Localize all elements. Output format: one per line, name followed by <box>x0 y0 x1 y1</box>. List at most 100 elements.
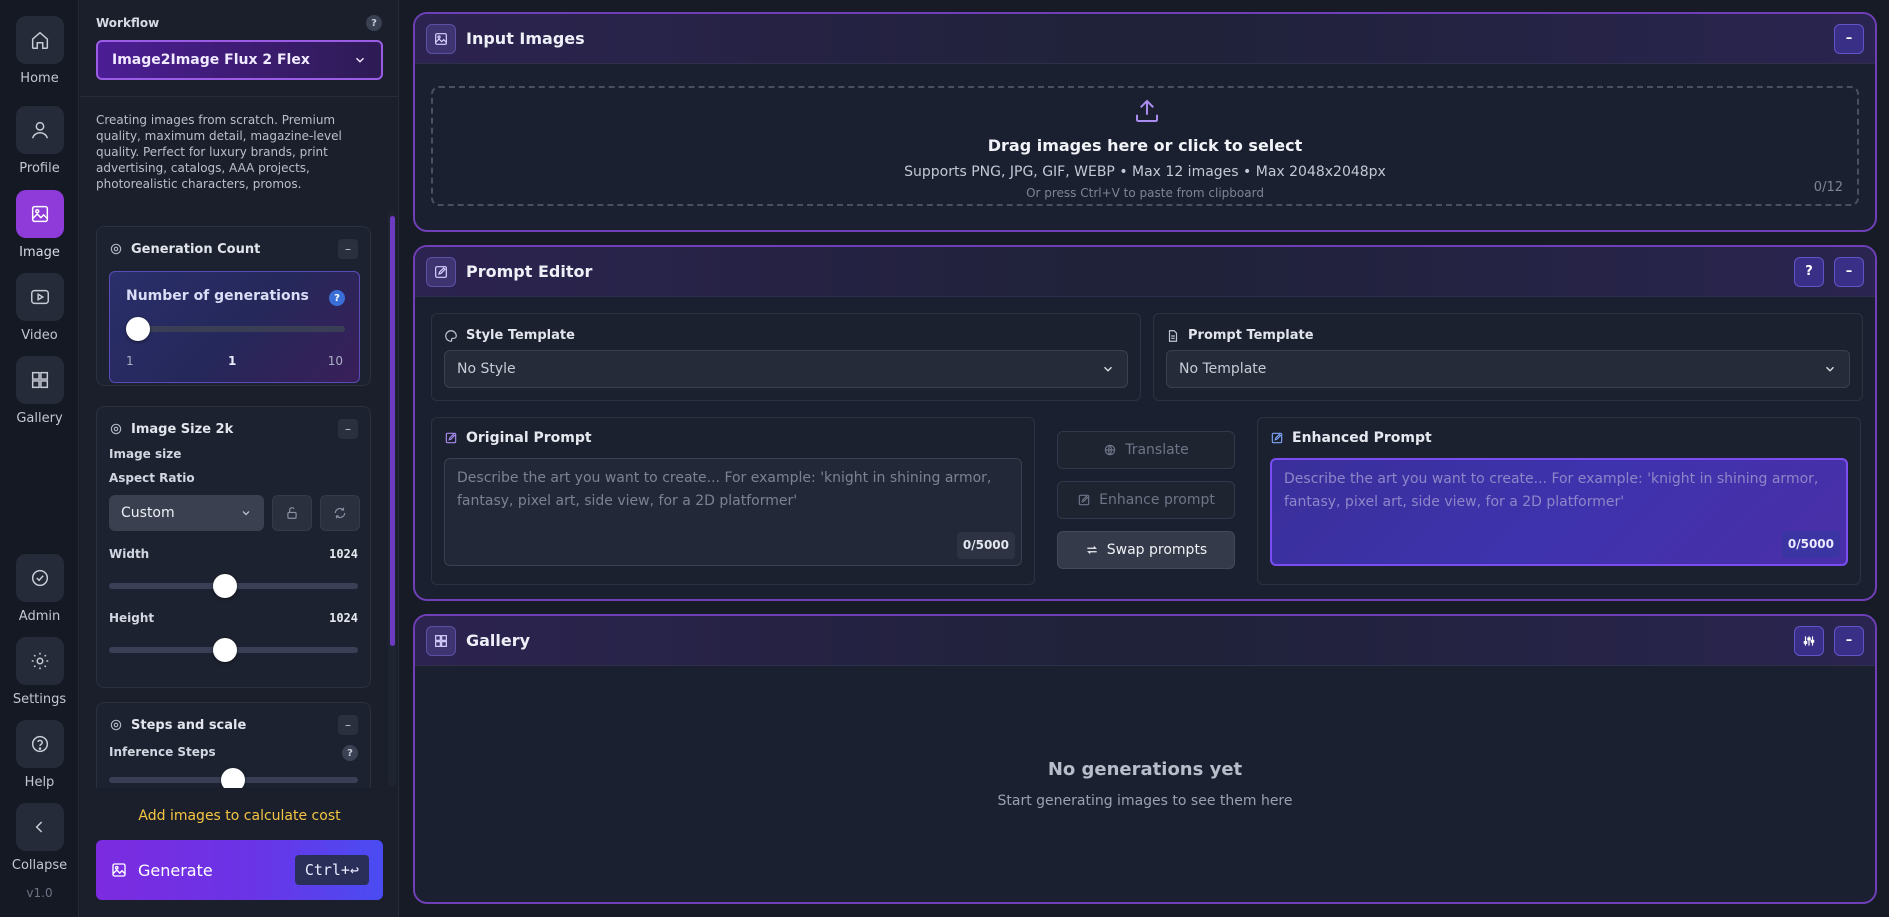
prompt-template-label: Prompt Template <box>1188 328 1314 343</box>
chevron-left-icon <box>35 821 42 833</box>
section-icon-box <box>426 256 456 287</box>
nav-label: Collapse <box>11 858 68 873</box>
aspect-ratio-value: Custom <box>121 505 175 521</box>
section-icon-box <box>426 625 456 656</box>
generate-button[interactable]: Generate Ctrl+↩ <box>96 840 383 900</box>
style-template-label-row: Style Template <box>444 328 575 343</box>
style-template-value: No Style <box>457 361 516 377</box>
nav-item-gallery[interactable]: Gallery <box>0 356 79 426</box>
image-icon <box>435 32 447 45</box>
nav-item-image[interactable]: Image <box>0 190 79 260</box>
filter-button[interactable] <box>1794 625 1824 656</box>
translate-label: Translate <box>1125 442 1189 458</box>
generate-shortcut: Ctrl+↩ <box>294 855 369 885</box>
enhance-prompt-label: Enhance prompt <box>1099 492 1215 508</box>
nav-item-home[interactable]: Home <box>0 16 79 86</box>
edit-icon <box>445 432 457 444</box>
swap-dimensions-button[interactable] <box>320 495 360 531</box>
section-header: Prompt Editor ? – <box>415 247 1875 297</box>
style-template-select[interactable]: No Style <box>444 350 1128 388</box>
collapse-button[interactable]: – <box>338 239 358 259</box>
height-slider-thumb[interactable] <box>212 638 237 662</box>
nav-item-video[interactable]: Video <box>0 273 79 343</box>
workflow-help-icon[interactable]: ? <box>366 15 382 31</box>
workflow-select[interactable]: Image2Image Flux 2 Flex <box>96 40 383 80</box>
nav-label: Profile <box>19 161 60 176</box>
collapse-button[interactable]: – <box>1834 23 1864 54</box>
steps-card: Steps and scale – Inference Steps ? <box>96 702 371 788</box>
original-prompt-placeholder: Describe the art you want to create... F… <box>457 470 992 509</box>
image-count: 0/12 <box>1813 180 1843 195</box>
generations-slider-thumb[interactable] <box>126 317 150 341</box>
prompt-template-card: Prompt Template No Template <box>1153 313 1863 401</box>
generations-slider-track[interactable] <box>126 326 345 332</box>
collapse-button[interactable]: – <box>338 715 358 735</box>
nav-collapse-button[interactable] <box>15 803 64 851</box>
upload-icon <box>1136 99 1158 122</box>
collapse-button[interactable]: – <box>1834 256 1864 287</box>
workflow-label: Workflow <box>96 16 160 30</box>
section-title: Input Images <box>466 29 585 48</box>
width-slider-thumb[interactable] <box>212 574 237 598</box>
scrollbar-thumb[interactable] <box>390 216 395 646</box>
chevron-down-icon <box>1104 366 1112 372</box>
nav-gallery-button[interactable] <box>15 356 64 404</box>
nav-item-collapse[interactable]: Collapse <box>0 803 79 873</box>
inference-help-icon[interactable]: ? <box>342 745 358 761</box>
original-prompt-card: Original Prompt Describe the art you wan… <box>431 417 1035 585</box>
image-size-subtitle: Image size <box>109 447 182 461</box>
chevron-down-icon <box>1826 366 1834 372</box>
prompt-template-select[interactable]: No Template <box>1166 350 1850 388</box>
nav-label: Admin <box>18 609 61 624</box>
nav-settings-button[interactable] <box>15 637 64 685</box>
original-prompt-textarea[interactable]: Describe the art you want to create... F… <box>444 458 1022 566</box>
settings-scroll-area: Generation Count – Number of generations… <box>80 208 399 788</box>
card-header[interactable]: Generation Count – <box>97 227 370 271</box>
section-title: Prompt Editor <box>466 262 593 281</box>
card-header[interactable]: Image Size 2k – <box>97 407 370 451</box>
enhanced-prompt-label-row: Enhanced Prompt <box>1270 430 1432 446</box>
collapse-button[interactable]: – <box>338 419 358 439</box>
edit-icon <box>435 265 447 278</box>
width-value: 1024 <box>329 547 358 561</box>
nav-item-help[interactable]: Help <box>0 720 79 790</box>
width-label: Width <box>109 547 150 561</box>
enhance-prompt-button[interactable]: Enhance prompt <box>1057 481 1235 519</box>
enhanced-prompt-textarea[interactable]: Describe the art you want to create... F… <box>1270 458 1848 566</box>
aspect-ratio-select[interactable]: Custom <box>109 495 264 531</box>
lock-ratio-button[interactable] <box>272 495 312 531</box>
enhanced-prompt-label: Enhanced Prompt <box>1292 430 1432 446</box>
card-title: Steps and scale <box>131 717 247 733</box>
nav-image-button[interactable] <box>15 190 64 238</box>
prompt-template-label-row: Prompt Template <box>1166 328 1314 343</box>
generations-box: Number of generations ? 1 1 10 <box>109 271 360 383</box>
nav-home-button[interactable] <box>15 16 64 64</box>
generations-help-icon[interactable]: ? <box>329 290 345 306</box>
nav-item-profile[interactable]: Profile <box>0 106 79 176</box>
nav-help-button[interactable] <box>15 720 64 768</box>
nav-admin-button[interactable] <box>15 554 64 602</box>
divider <box>80 96 399 97</box>
section-icon-box <box>426 23 456 54</box>
inference-slider-thumb[interactable] <box>221 768 245 788</box>
enhanced-prompt-placeholder: Describe the art you want to create... F… <box>1284 471 1819 510</box>
chevron-down-icon <box>356 57 364 63</box>
image-dropzone[interactable]: Drag images here or click to select Supp… <box>431 86 1859 206</box>
document-icon <box>1168 329 1178 342</box>
gear-icon <box>31 652 48 670</box>
dropzone-title: Drag images here or click to select <box>987 136 1303 155</box>
nav-item-admin[interactable]: Admin <box>0 554 79 624</box>
collapse-button[interactable]: – <box>1834 625 1864 656</box>
swap-prompts-button[interactable]: Swap prompts <box>1057 531 1235 569</box>
translate-button[interactable]: Translate <box>1057 431 1235 469</box>
original-prompt-label: Original Prompt <box>466 430 592 446</box>
nav-item-settings[interactable]: Settings <box>0 637 79 707</box>
help-button[interactable]: ? <box>1794 256 1824 287</box>
card-header[interactable]: Steps and scale – <box>97 703 370 747</box>
nav-video-button[interactable] <box>15 273 64 321</box>
nav-label: Image <box>19 245 60 260</box>
workflow-description: Creating images from scratch. Premium qu… <box>96 113 342 191</box>
chevron-down-icon <box>242 511 250 516</box>
nav-profile-button[interactable] <box>15 106 64 154</box>
section-title: Gallery <box>466 631 531 650</box>
